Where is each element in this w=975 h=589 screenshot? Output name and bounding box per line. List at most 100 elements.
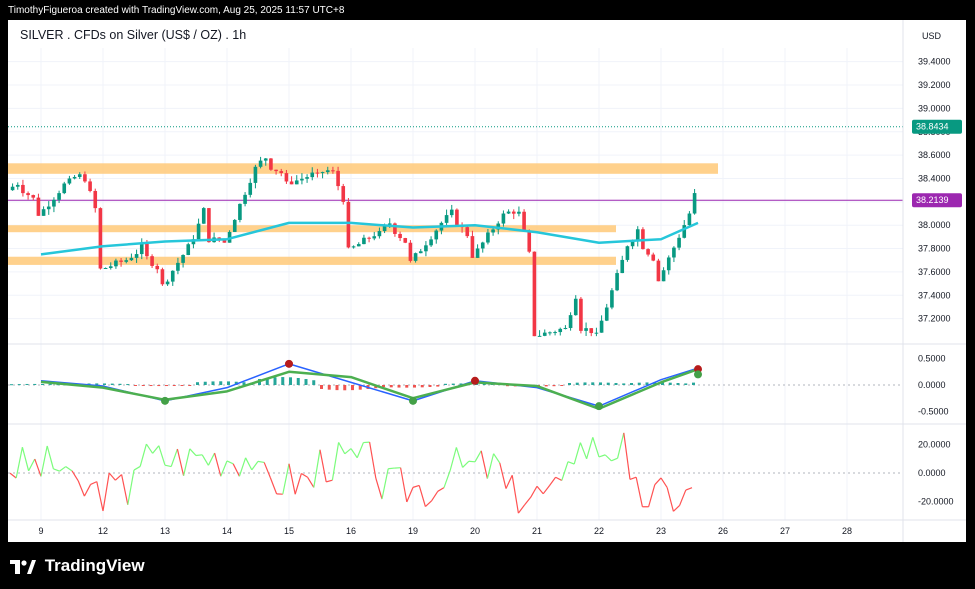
osc-line-segment: [468, 460, 476, 463]
macd-histogram-bar: [552, 385, 556, 387]
candle-body: [232, 219, 237, 232]
macd-histogram-bar: [420, 385, 424, 388]
chart-area[interactable]: 39.400039.200039.000038.800038.600038.40…: [8, 20, 966, 542]
candle-body: [108, 266, 113, 268]
candle-body: [408, 242, 413, 261]
chart-title: SILVER . CFDs on Silver (US$ / OZ) . 1h: [20, 28, 246, 42]
candle-body: [145, 243, 149, 257]
candle-body: [501, 213, 506, 224]
macd-histogram-bar: [165, 385, 168, 387]
candle-body: [336, 170, 340, 187]
candle-body: [646, 249, 650, 255]
macd-crossover-dot: [471, 376, 479, 385]
candle-body: [522, 211, 526, 232]
candle-body: [553, 332, 557, 334]
macd-tick-label: -0.5000: [918, 406, 949, 416]
macd-histogram-bar: [351, 385, 354, 391]
candle-body: [615, 273, 619, 291]
price-tick-label: 37.4000: [918, 290, 951, 300]
macd-histogram-bar: [25, 383, 29, 385]
macd-histogram-bar: [630, 383, 633, 385]
candle-body: [274, 169, 278, 172]
chart-background: [8, 20, 966, 542]
candle-body: [356, 244, 361, 247]
candle-body: [62, 183, 67, 194]
macd-histogram-bar: [614, 383, 618, 385]
candle-body: [475, 248, 480, 258]
macd-histogram-bar: [405, 385, 409, 388]
candle-body: [129, 257, 134, 261]
macd-histogram-bar: [320, 385, 323, 389]
macd-histogram-bar: [289, 377, 292, 385]
currency-label: USD: [922, 31, 942, 41]
macd-histogram-bar: [281, 377, 285, 385]
candle-body: [444, 215, 449, 223]
candle-body: [403, 238, 408, 243]
osc-tick-label: 20.0000: [918, 439, 951, 449]
macd-histogram-bar: [389, 385, 393, 388]
support-resistance-zone: [8, 163, 718, 174]
macd-histogram-bar: [33, 383, 37, 385]
candle-body: [372, 236, 377, 239]
macd-histogram-bar: [103, 383, 106, 385]
candle-body: [398, 233, 402, 239]
macd-tick-label: 0.0000: [918, 380, 946, 390]
candle-body: [377, 231, 382, 237]
macd-crossover-dot: [285, 359, 293, 368]
candle-body: [243, 194, 247, 204]
candle-body: [418, 251, 423, 254]
macd-histogram-bar: [10, 384, 13, 386]
tradingview-logo-icon: [10, 559, 36, 574]
macd-crossover-dot: [595, 402, 603, 411]
candle-body: [305, 177, 309, 179]
macd-histogram-bar: [544, 385, 548, 387]
candle-body: [656, 260, 661, 282]
candle-body: [692, 193, 697, 214]
macd-crossover-dot: [694, 370, 702, 379]
candle-body: [238, 203, 242, 220]
price-tick-label: 39.0000: [918, 103, 951, 113]
candle-body: [672, 247, 676, 258]
macd-histogram-bar: [126, 384, 130, 386]
candle-body: [150, 256, 154, 266]
macd-histogram-bar: [17, 384, 21, 386]
macd-histogram-bar: [211, 381, 215, 385]
candle-body: [289, 181, 294, 185]
candle-body: [594, 332, 599, 334]
macd-histogram-bar: [180, 385, 184, 386]
candle-body: [651, 254, 656, 261]
macd-histogram-bar: [296, 378, 300, 385]
candle-body: [52, 199, 56, 207]
candle-body: [517, 211, 521, 214]
time-tick-label: 26: [718, 526, 728, 536]
macd-histogram-bar: [622, 383, 626, 385]
candle-body: [170, 270, 175, 282]
candle-body: [568, 315, 573, 328]
time-tick-label: 20: [470, 526, 480, 536]
candle-body: [367, 237, 371, 239]
candle-body: [331, 170, 335, 172]
candle-body: [486, 232, 490, 243]
macd-histogram-bar: [141, 385, 145, 386]
candle-body: [635, 229, 640, 241]
macd-histogram-bar: [343, 385, 347, 391]
tradingview-brand[interactable]: TradingView: [10, 555, 145, 577]
macd-histogram-bar: [606, 382, 610, 385]
candle-body: [491, 229, 495, 233]
time-tick-label: 13: [160, 526, 170, 536]
candle-body: [67, 178, 72, 184]
candle-body: [506, 211, 511, 214]
candle-body: [10, 186, 15, 191]
price-tick-label: 39.2000: [918, 80, 951, 90]
macd-histogram-bar: [273, 377, 277, 385]
candle-body: [480, 242, 485, 249]
candle-body: [413, 253, 418, 261]
candle-body: [677, 237, 681, 248]
candle-body: [604, 307, 609, 321]
time-tick-label: 12: [98, 526, 108, 536]
candle-body: [429, 239, 433, 246]
macd-histogram-bar: [118, 383, 122, 385]
macd-histogram-bar: [444, 383, 447, 385]
candle-body: [103, 267, 108, 269]
candle-body: [470, 236, 475, 258]
